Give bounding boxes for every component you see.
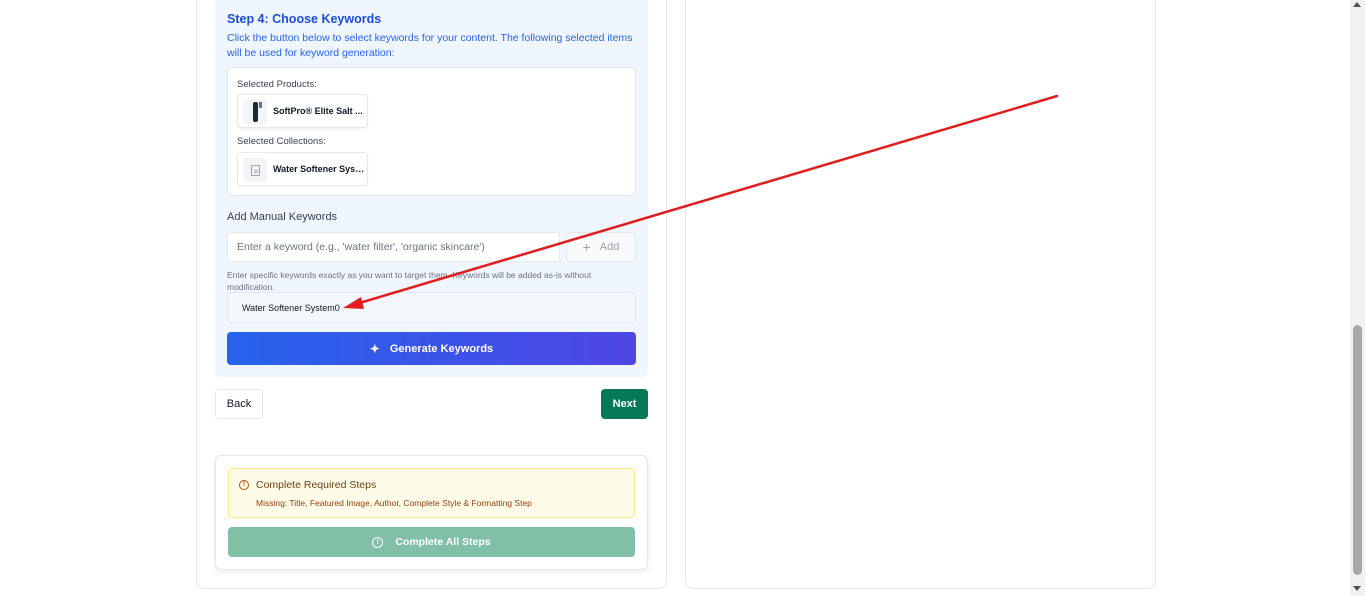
complete-all-steps-button[interactable]: ! Complete All Steps [228,527,635,557]
product-thumbnail [243,100,267,124]
keyword-help-text: Enter specific keywords exactly as you w… [227,270,592,292]
sparkle-icon: ✦ [369,341,380,356]
requirements-detail: Missing: Title, Featured Image, Author, … [256,498,532,508]
step-description: Click the button below to select keyword… [227,32,633,59]
manual-keywords-label: Add Manual Keywords [227,211,338,223]
add-keyword-button[interactable]: + Add [566,232,636,262]
add-keyword-label: Add [599,241,620,253]
selected-product-chip[interactable]: SoftPro® Elite Salt ... [237,94,368,128]
selected-collections-label: Selected Collections: [237,136,326,147]
next-button[interactable]: Next [601,389,648,419]
back-button[interactable]: Back [215,389,263,419]
warning-icon: ! [239,480,249,490]
complete-all-steps-label: Complete All Steps [395,536,491,548]
requirements-title: Complete Required Steps [256,479,377,491]
selected-product-name: SoftPro® Elite Salt ... [273,106,363,116]
scroll-up-arrow-icon[interactable] [1353,2,1361,7]
selected-collection-name: Water Softener Syst... [273,164,365,174]
selected-items-box: Selected Products: SoftPro® Elite Salt .… [227,67,636,196]
generate-keywords-button[interactable]: ✦ Generate Keywords [227,332,636,365]
scrollbar-thumb[interactable] [1353,325,1362,575]
selected-collection-chip[interactable]: Water Softener Syst... [237,152,368,186]
preview-panel [685,0,1156,589]
page: Step 4: Choose Keywords Click the button… [0,0,1365,596]
manual-keyword-list: Water Softener System0 [227,292,636,323]
step-title: Step 4: Choose Keywords [227,12,382,26]
requirements-warning: ! Complete Required Steps Missing: Title… [228,468,635,518]
keyword-input[interactable] [227,232,560,262]
generate-keywords-label: Generate Keywords [389,342,494,355]
scroll-down-arrow-icon[interactable] [1353,586,1361,591]
scrollbar[interactable] [1350,0,1365,596]
plus-icon: + [582,239,591,255]
keyword-tag[interactable]: Water Softener System0 [242,303,340,313]
document-icon [243,158,267,182]
selected-products-label: Selected Products: [237,79,317,90]
info-icon: ! [372,536,384,548]
